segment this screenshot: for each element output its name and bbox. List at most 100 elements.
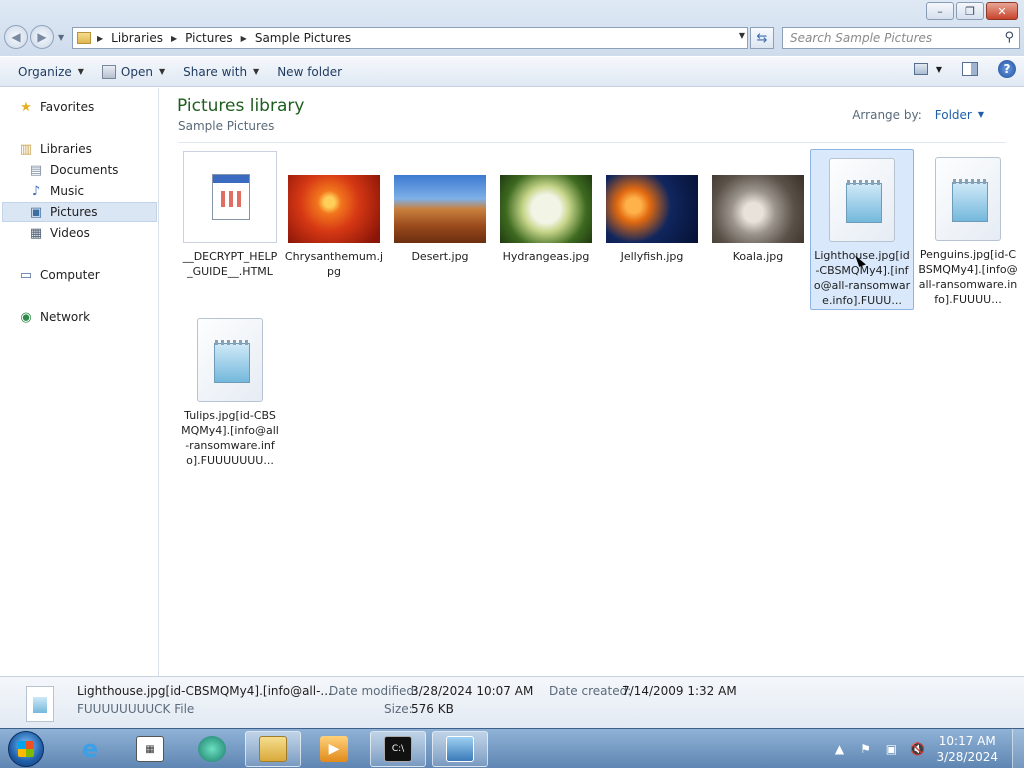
nav-computer[interactable]: ▭ Computer xyxy=(18,265,100,285)
library-title: Pictures library xyxy=(177,96,305,116)
help-icon[interactable]: ? xyxy=(998,60,1016,78)
search-placeholder: Search Sample Pictures xyxy=(790,31,933,45)
star-icon: ★ xyxy=(20,99,32,115)
change-view-icon[interactable] xyxy=(913,63,928,75)
nav-music[interactable]: ♪ Music xyxy=(28,181,84,201)
taskbar: e ▦ ▶ C:\ ▲ ⚑ ▣ 🔇 10:17 AM 3/28/2024 xyxy=(0,728,1024,769)
chevron-right-icon[interactable]: ▶ xyxy=(241,34,247,43)
breadcrumb-pictures[interactable]: Pictures xyxy=(185,31,233,45)
file-item[interactable]: Desert.jpg xyxy=(388,151,492,264)
nav-documents[interactable]: ▤ Documents xyxy=(28,160,119,180)
jellyfish-thumbnail xyxy=(606,175,698,243)
taskbar-command-prompt[interactable]: C:\ xyxy=(370,731,426,767)
explorer-window: – ❐ ✕ ◀ ▶ ▼ ▶ Libraries ▶ Pictures ▶ Sample… xyxy=(0,0,1024,728)
file-item-selected[interactable]: Lighthouse.jpg[id-CBSMQMy4].[info@all-ra… xyxy=(810,149,914,310)
file-item[interactable]: Tulips.jpg[id-CBSMQMy4].[info@all-ransom… xyxy=(178,318,282,468)
file-name: Jellyfish.jpg xyxy=(620,250,684,263)
notepad-file-icon xyxy=(935,157,1001,241)
open-button[interactable]: Open ▼ xyxy=(93,60,174,84)
show-hidden-icons-icon[interactable]: ▲ xyxy=(831,741,847,757)
preview-pane-icon[interactable] xyxy=(962,62,978,76)
file-name: Hydrangeas.jpg xyxy=(502,250,590,263)
back-button[interactable]: ◀ xyxy=(4,25,28,49)
nav-libraries[interactable]: ▥ Libraries xyxy=(18,139,92,159)
open-with-icon xyxy=(101,64,116,79)
notepad-file-icon xyxy=(197,318,263,402)
nav-documents-label: Documents xyxy=(50,163,119,177)
date-modified-value: 3/28/2024 10:07 AM xyxy=(411,684,534,698)
nav-network[interactable]: ◉ Network xyxy=(18,307,90,327)
refresh-icon: ⇆ xyxy=(756,30,768,46)
taskbar-media-player[interactable]: ▶ xyxy=(306,731,362,767)
chrysanthemum-thumbnail xyxy=(288,175,380,243)
chevron-down-icon[interactable]: ▼ xyxy=(978,110,984,122)
chevron-down-icon[interactable]: ▼ xyxy=(936,65,942,74)
chevron-down-icon: ▼ xyxy=(77,67,84,76)
breadcrumb-libraries[interactable]: Libraries xyxy=(111,31,163,45)
windows-logo-icon xyxy=(18,741,34,757)
address-bar[interactable]: ▶ Libraries ▶ Pictures ▶ Sample Pictures ▼ xyxy=(72,27,748,49)
recent-pages-dropdown[interactable]: ▼ xyxy=(58,33,64,49)
arrange-by-dropdown[interactable]: Folder xyxy=(935,108,972,122)
date-modified-label: Date modified: xyxy=(329,684,419,698)
command-prompt-icon: C:\ xyxy=(384,736,412,762)
refresh-button[interactable]: ⇆ xyxy=(750,27,774,49)
file-item[interactable]: Hydrangeas.jpg xyxy=(494,151,598,264)
file-item[interactable]: Penguins.jpg[id-CBSMQMy4].[info@all-rans… xyxy=(916,151,1020,307)
organize-button[interactable]: Organize ▼ xyxy=(9,60,93,84)
organize-label: Organize xyxy=(18,64,72,79)
chevron-down-icon: ▼ xyxy=(158,67,166,76)
nav-favorites[interactable]: ★ Favorites xyxy=(18,97,94,117)
new-folder-button[interactable]: New folder xyxy=(268,60,351,84)
photo-viewer-icon xyxy=(446,736,474,762)
taskbar-media-center[interactable] xyxy=(184,731,240,767)
start-button[interactable] xyxy=(8,731,44,767)
minimize-button[interactable]: – xyxy=(926,2,954,20)
share-with-label: Share with xyxy=(183,64,248,79)
desert-thumbnail xyxy=(394,175,486,243)
pictures-icon: ▣ xyxy=(29,204,43,220)
search-icon[interactable]: ⚲ xyxy=(1004,30,1014,45)
nav-pictures[interactable]: ▣ Pictures xyxy=(2,202,157,222)
taskbar-photo-viewer[interactable] xyxy=(432,731,488,767)
show-desktop-button[interactable] xyxy=(1012,729,1024,769)
command-bar: Organize ▼ Open ▼ Share with ▼ New folder ▼… xyxy=(0,57,1024,87)
action-center-flag-icon[interactable]: ⚑ xyxy=(857,741,873,757)
search-input[interactable]: Search Sample Pictures ⚲ xyxy=(782,27,1020,49)
file-item[interactable]: Chrysanthemum.jpg xyxy=(282,151,386,279)
taskbar-program[interactable]: ▦ xyxy=(122,731,178,767)
breadcrumb-sample-pictures[interactable]: Sample Pictures xyxy=(255,31,351,45)
navigation-pane: ★ Favorites ▥ Libraries ▤ Documents ♪ Music … xyxy=(0,88,159,676)
network-status-icon[interactable]: ▣ xyxy=(883,741,899,757)
file-item[interactable]: Koala.jpg xyxy=(706,151,810,264)
header-divider xyxy=(178,142,1006,143)
program-window-icon: ▦ xyxy=(136,736,164,762)
size-value: 576 KB xyxy=(411,702,454,716)
file-name: Koala.jpg xyxy=(732,250,784,263)
file-name: Chrysanthemum.jpg xyxy=(284,250,384,278)
chevron-right-icon[interactable]: ▶ xyxy=(171,34,177,43)
file-name: Tulips.jpg[id-CBSMQMy4].[info@all-ransom… xyxy=(181,409,279,467)
nav-music-label: Music xyxy=(50,184,85,198)
nav-network-label: Network xyxy=(40,310,91,324)
volume-muted-icon[interactable]: 🔇 xyxy=(909,741,925,757)
clock[interactable]: 10:17 AM 3/28/2024 xyxy=(936,733,998,765)
libraries-icon: ▥ xyxy=(19,141,33,157)
html-file-icon xyxy=(183,151,277,243)
address-history-dropdown[interactable]: ▼ xyxy=(739,31,745,40)
share-with-button[interactable]: Share with ▼ xyxy=(174,60,268,84)
close-button[interactable]: ✕ xyxy=(986,2,1018,20)
taskbar-internet-explorer[interactable]: e xyxy=(62,731,118,767)
details-file-type: FUUUUUUUUCK File xyxy=(77,702,195,716)
taskbar-windows-explorer[interactable] xyxy=(245,731,301,767)
chevron-right-icon[interactable]: ▶ xyxy=(97,34,103,43)
computer-icon: ▭ xyxy=(19,267,33,283)
file-item[interactable]: __DECRYPT_HELP_GUIDE__.HTML xyxy=(178,151,282,279)
nav-computer-label: Computer xyxy=(40,268,100,282)
forward-button[interactable]: ▶ xyxy=(30,25,54,49)
file-item[interactable]: Jellyfish.jpg xyxy=(600,151,704,264)
nav-videos[interactable]: ▦ Videos xyxy=(28,223,90,243)
size-label: Size: xyxy=(384,702,413,716)
maximize-button[interactable]: ❐ xyxy=(956,2,984,20)
arrange-by-label: Arrange by: xyxy=(852,108,922,122)
